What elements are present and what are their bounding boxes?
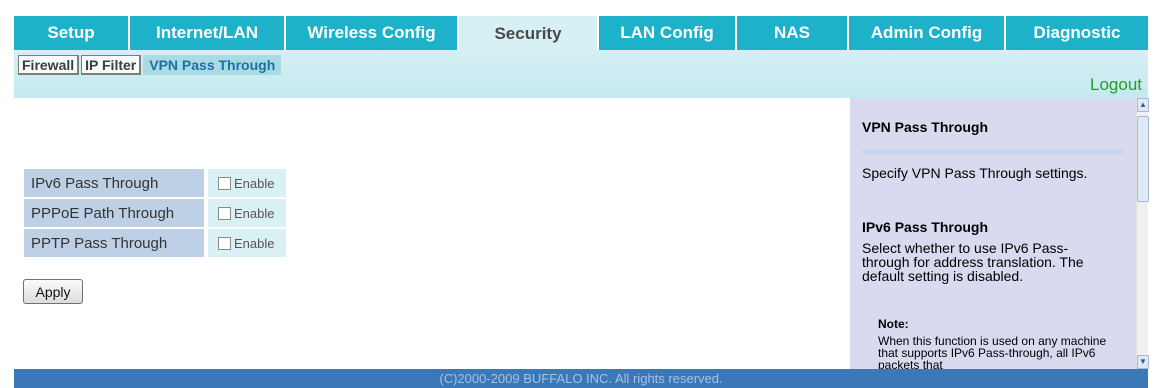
footer-copyright: (C)2000-2009 BUFFALO INC. All rights res… — [14, 369, 1148, 388]
help-scrollbar[interactable]: ▲ ▼ — [1136, 98, 1149, 369]
pppoe-enable-checkbox[interactable] — [218, 206, 231, 220]
pptp-pass-through-cell: Enable — [208, 229, 286, 257]
pptp-pass-through-label: PPTP Pass Through — [24, 229, 208, 257]
tab-lan-config[interactable]: LAN Config — [599, 16, 737, 50]
subtab-vpn-pass-through[interactable]: VPN Pass Through — [143, 55, 282, 75]
help-note-text: When this function is used on any machin… — [878, 334, 1107, 369]
help-intro: Specify VPN Pass Through settings. — [862, 165, 1088, 181]
pppoe-path-through-label: PPPoE Path Through — [24, 199, 208, 227]
table-row: PPTP Pass Through Enable — [24, 229, 286, 257]
apply-button[interactable]: Apply — [23, 279, 83, 304]
main-nav: Setup Internet/LAN Wireless Config Secur… — [14, 14, 1148, 52]
subnav-band: Firewall IP Filter VPN Pass Through Logo… — [14, 50, 1148, 98]
ipv6-enable-checkbox[interactable] — [218, 176, 231, 190]
tab-wireless-config[interactable]: Wireless Config — [286, 16, 459, 50]
pppoe-path-through-cell: Enable — [208, 199, 286, 227]
pptp-enable-label: Enable — [234, 235, 275, 251]
pppoe-enable-label: Enable — [234, 205, 275, 221]
logout-link[interactable]: Logout — [1090, 75, 1142, 95]
tab-setup[interactable]: Setup — [14, 16, 130, 50]
tab-diagnostic[interactable]: Diagnostic — [1006, 16, 1148, 50]
tab-security[interactable]: Security — [459, 16, 599, 52]
table-row: PPPoE Path Through Enable — [24, 199, 286, 227]
scroll-up-icon[interactable]: ▲ — [1137, 98, 1149, 112]
tab-nas[interactable]: NAS — [737, 16, 849, 50]
ipv6-pass-through-label: IPv6 Pass Through — [24, 169, 208, 197]
help-title: VPN Pass Through — [862, 119, 989, 135]
table-row: IPv6 Pass Through Enable — [24, 169, 286, 197]
tab-internet-lan[interactable]: Internet/LAN — [130, 16, 286, 50]
help-note-title: Note: — [878, 317, 909, 331]
help-section-title: IPv6 Pass Through — [862, 219, 989, 235]
vpn-settings-table: IPv6 Pass Through Enable PPPoE Path Thro… — [24, 167, 286, 259]
ipv6-enable-label: Enable — [234, 175, 275, 191]
subtab-ip-filter[interactable]: IP Filter — [81, 55, 142, 75]
subtab-firewall[interactable]: Firewall — [18, 55, 80, 75]
ipv6-pass-through-cell: Enable — [208, 169, 286, 197]
tab-admin-config[interactable]: Admin Config — [849, 16, 1006, 50]
subnav: Firewall IP Filter VPN Pass Through — [18, 55, 283, 75]
help-divider — [862, 149, 1124, 154]
help-panel: VPN Pass Through Specify VPN Pass Throug… — [850, 98, 1136, 369]
help-section-text: Select whether to use IPv6 Pass-through … — [862, 240, 1084, 284]
pptp-enable-checkbox[interactable] — [218, 236, 231, 250]
scroll-thumb[interactable] — [1137, 116, 1149, 202]
scroll-down-icon[interactable]: ▼ — [1137, 355, 1149, 369]
